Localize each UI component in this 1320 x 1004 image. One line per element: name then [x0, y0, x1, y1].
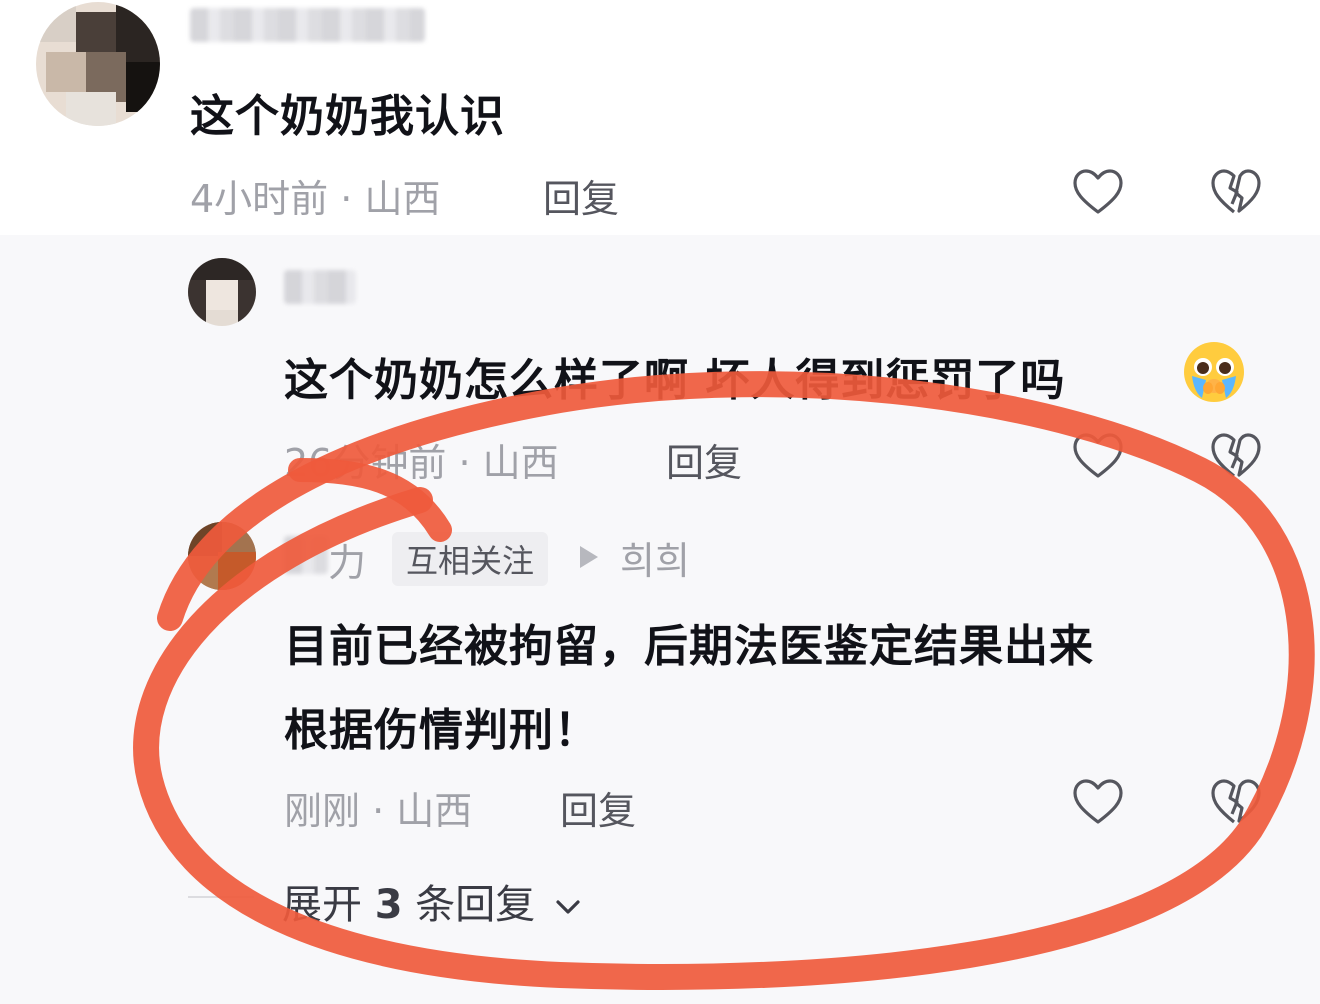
comment-text-content: 这个奶奶怎么样了啊 坏人得到惩罚了吗 — [284, 355, 1066, 406]
reply-to-username[interactable]: 희희 — [620, 530, 690, 585]
comment-time: 26分钟前 — [284, 441, 447, 485]
dislike-button[interactable] — [1208, 164, 1264, 220]
reply-button[interactable]: 回复 — [543, 168, 619, 223]
like-button[interactable] — [1070, 428, 1126, 484]
expand-suffix: 条回复 — [415, 882, 536, 928]
comment-time: 4小时前 — [190, 177, 329, 221]
comment-time: 刚刚 — [284, 789, 361, 833]
like-button[interactable] — [1070, 774, 1126, 830]
meta-separator: · — [340, 177, 353, 221]
dislike-button[interactable] — [1208, 428, 1264, 484]
broken-heart-icon — [1211, 779, 1261, 824]
comment-text: 这个奶奶我认识 — [190, 91, 505, 142]
comment-text-line-1: 目前已经被拘留，后期法医鉴定结果出来 — [284, 621, 1094, 672]
comment-location: 山西 — [482, 441, 559, 485]
comment-meta: 4小时前 · 山西 — [190, 168, 440, 223]
comment-meta: 刚刚 · 山西 — [284, 780, 472, 835]
avatar[interactable] — [188, 522, 256, 590]
comment-location: 山西 — [396, 789, 473, 833]
meta-separator: · — [372, 789, 385, 833]
broken-heart-icon — [1211, 169, 1261, 214]
like-button[interactable] — [1070, 164, 1126, 220]
comment-meta: 26分钟前 · 山西 — [284, 432, 559, 487]
reply-to-arrow-icon — [580, 546, 598, 568]
comment-location: 山西 — [364, 177, 441, 221]
username-blurred[interactable] — [284, 270, 356, 304]
meta-separator: · — [458, 441, 471, 485]
avatar[interactable] — [188, 258, 256, 326]
username[interactable]: 力 — [328, 532, 366, 587]
heart-outline-icon — [1073, 169, 1123, 214]
heart-outline-icon — [1073, 779, 1123, 824]
broken-heart-icon — [1211, 433, 1261, 478]
heart-outline-icon — [1073, 433, 1123, 478]
reply-button[interactable]: 回复 — [666, 432, 742, 487]
username-blurred[interactable] — [284, 536, 328, 574]
comment-text: 这个奶奶怎么样了啊 坏人得到惩罚了吗 — [284, 344, 1065, 408]
dislike-button[interactable] — [1208, 774, 1264, 830]
reply-button[interactable]: 回复 — [560, 780, 636, 835]
mutual-follow-tag: 互相关注 — [392, 532, 549, 586]
chevron-down-icon — [556, 900, 580, 914]
comment-text-line-2: 根据伤情判刑！ — [284, 705, 599, 756]
expand-replies-button[interactable]: 展开 3 条回复 — [282, 872, 582, 930]
expand-prefix: 展开 — [282, 882, 362, 928]
crying-face-emoji — [1184, 342, 1244, 402]
avatar[interactable] — [36, 2, 160, 126]
expand-divider — [188, 896, 254, 898]
username-blurred[interactable] — [190, 8, 425, 42]
expand-count: 3 — [374, 882, 403, 928]
